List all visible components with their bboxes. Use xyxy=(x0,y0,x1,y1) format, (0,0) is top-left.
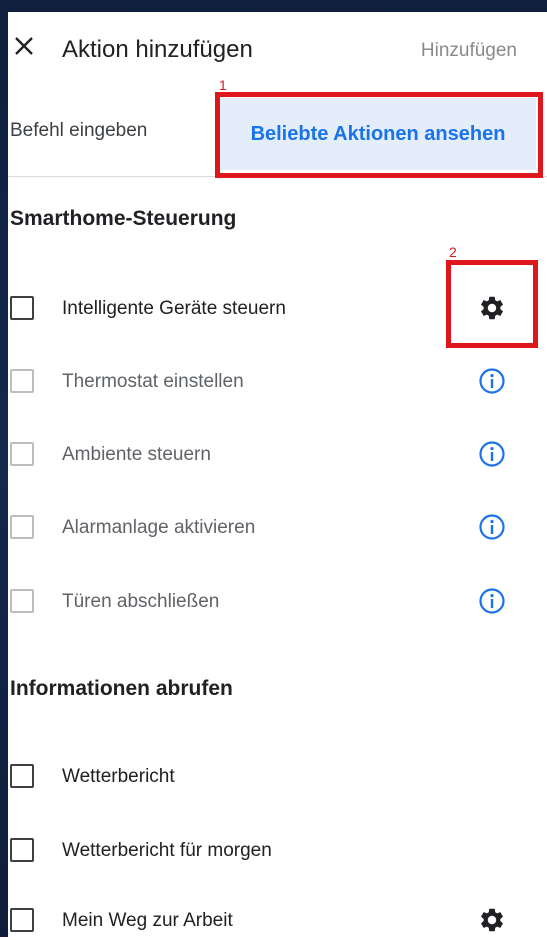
list-item[interactable]: Wetterbericht xyxy=(8,756,547,796)
list-item[interactable]: Türen abschließen xyxy=(8,581,547,621)
checkbox[interactable] xyxy=(10,296,34,320)
list-item-label: Ambiente steuern xyxy=(62,444,211,465)
checkbox[interactable] xyxy=(10,515,34,539)
tab-enter-command[interactable]: Befehl eingeben xyxy=(10,120,147,142)
list-item[interactable]: Ambiente steuern xyxy=(8,434,547,474)
annotation-number-1: 1 xyxy=(219,77,227,93)
gear-icon[interactable] xyxy=(478,906,506,934)
info-icon[interactable] xyxy=(478,587,506,615)
checkbox[interactable] xyxy=(10,369,34,393)
gear-icon[interactable] xyxy=(478,294,506,322)
list-item-label: Türen abschließen xyxy=(62,591,220,612)
list-item[interactable]: Intelligente Geräte steuern xyxy=(8,288,547,328)
list-item-label: Intelligente Geräte steuern xyxy=(62,298,286,319)
list-item-label: Wetterbericht xyxy=(62,766,175,787)
info-icon[interactable] xyxy=(478,440,506,468)
list-item-label: Wetterbericht für morgen xyxy=(62,840,272,861)
checkbox[interactable] xyxy=(10,908,34,932)
section-title-smarthome: Smarthome-Steuerung xyxy=(10,207,237,230)
add-button[interactable]: Hinzufügen xyxy=(421,40,517,62)
checkbox[interactable] xyxy=(10,442,34,466)
info-icon[interactable] xyxy=(478,513,506,541)
page-title: Aktion hinzufügen xyxy=(62,36,253,63)
annotation-box-1 xyxy=(215,92,543,178)
checkbox[interactable] xyxy=(10,838,34,862)
close-icon[interactable] xyxy=(12,34,36,58)
list-item-label: Thermostat einstellen xyxy=(62,371,244,392)
add-action-panel: Aktion hinzufügen Hinzufügen Befehl eing… xyxy=(8,12,547,937)
checkbox[interactable] xyxy=(10,589,34,613)
list-item[interactable]: Alarmanlage aktivieren xyxy=(8,507,547,547)
info-icon[interactable] xyxy=(478,367,506,395)
list-item[interactable]: Wetterbericht für morgen xyxy=(8,830,547,870)
list-item-label: Alarmanlage aktivieren xyxy=(62,517,256,538)
header: Aktion hinzufügen Hinzufügen xyxy=(8,12,547,88)
checkbox[interactable] xyxy=(10,764,34,788)
list-item-label: Mein Weg zur Arbeit xyxy=(62,910,233,931)
list-item[interactable]: Thermostat einstellen xyxy=(8,361,547,401)
annotation-number-2: 2 xyxy=(449,244,457,260)
section-title-information: Informationen abrufen xyxy=(10,677,233,700)
list-item[interactable]: Mein Weg zur Arbeit xyxy=(8,900,547,940)
